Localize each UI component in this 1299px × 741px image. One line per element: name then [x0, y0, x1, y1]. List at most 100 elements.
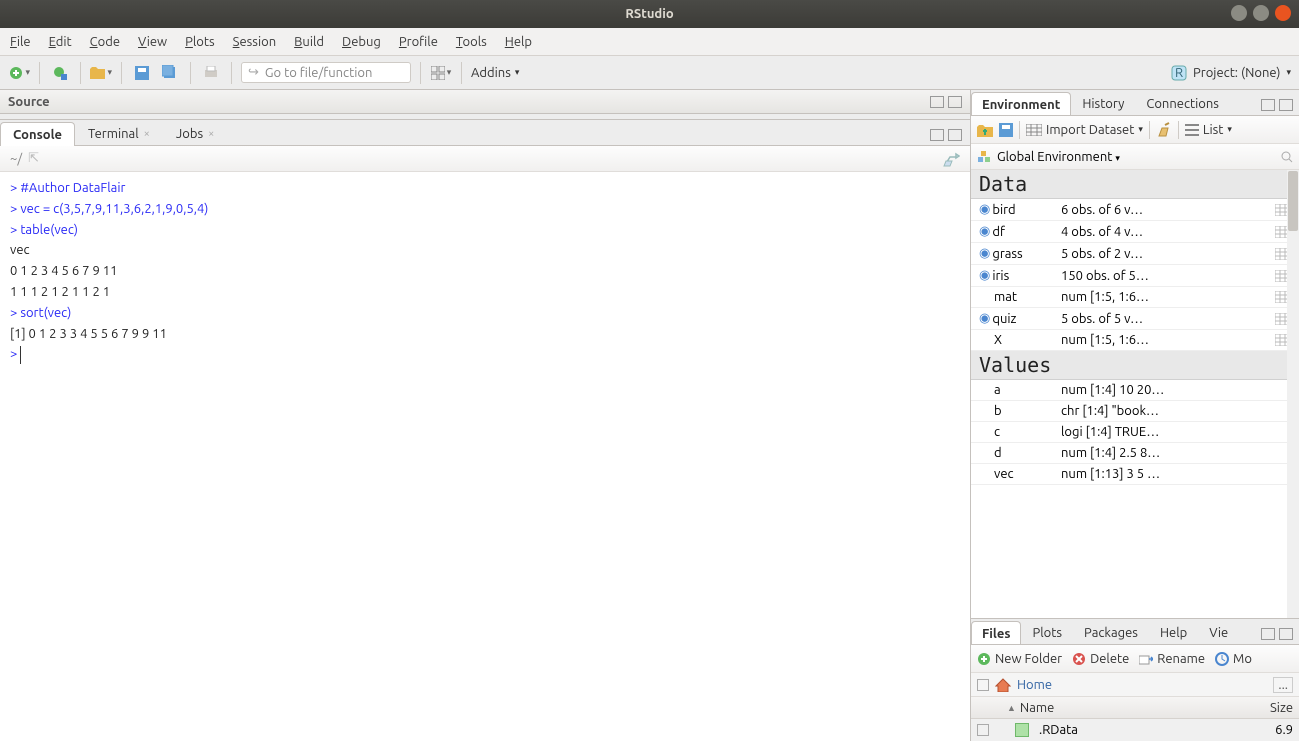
window-minimize[interactable] [1231, 5, 1247, 21]
files-maximize-icon[interactable] [1279, 628, 1293, 640]
menu-session[interactable]: Session [233, 35, 276, 49]
file-row[interactable]: .RData6.9 [971, 719, 1299, 741]
import-dataset-dropdown[interactable]: Import Dataset ▾ [1026, 123, 1143, 137]
file-checkbox[interactable] [977, 724, 989, 736]
menu-plots[interactable]: Plots [185, 35, 215, 49]
save-all-button[interactable] [159, 62, 181, 84]
clear-objects-icon[interactable] [1156, 122, 1172, 138]
env-row[interactable]: bchr [1:4] "book… [971, 401, 1299, 422]
menu-edit[interactable]: Edit [49, 35, 72, 49]
menu-bar: File Edit Code View Plots Session Build … [0, 28, 1299, 56]
menu-build[interactable]: Build [294, 35, 324, 49]
console-maximize-icon[interactable] [948, 129, 962, 141]
console-popout-icon[interactable]: ⇱ [28, 151, 39, 166]
tab-help[interactable]: Help [1149, 620, 1198, 644]
tab-console[interactable]: Console [0, 122, 75, 146]
tab-history[interactable]: History [1071, 91, 1135, 115]
env-row[interactable]: vecnum [1:13] 3 5 … [971, 464, 1299, 485]
window-close[interactable] [1275, 5, 1291, 21]
source-pane-header: Source [0, 90, 970, 114]
menu-view[interactable]: View [138, 35, 167, 49]
env-row[interactable]: ◉ df4 obs. of 4 v… [971, 221, 1299, 243]
scope-icon [977, 150, 991, 164]
save-button[interactable] [131, 62, 153, 84]
print-button[interactable] [200, 62, 222, 84]
save-workspace-icon[interactable] [999, 123, 1013, 137]
new-file-button[interactable] [8, 62, 30, 84]
source-title: Source [8, 95, 50, 109]
new-folder-button[interactable]: New Folder [977, 652, 1062, 666]
new-project-button[interactable] [49, 62, 71, 84]
env-row[interactable]: ◉ quiz5 obs. of 5 v… [971, 308, 1299, 330]
env-row[interactable]: anum [1:4] 10 20… [971, 380, 1299, 401]
files-minimize-icon[interactable] [1261, 628, 1275, 640]
menu-debug[interactable]: Debug [342, 35, 381, 49]
source-maximize-icon[interactable] [948, 96, 962, 108]
menu-file[interactable]: File [10, 35, 31, 49]
source-minimize-icon[interactable] [930, 96, 944, 108]
tab-packages[interactable]: Packages [1073, 620, 1149, 644]
env-row[interactable]: matnum [1:5, 1:6… [971, 287, 1299, 308]
window-title: RStudio [625, 7, 673, 21]
console-working-dir[interactable]: ~/ [10, 152, 22, 166]
env-row[interactable]: ◉ grass5 obs. of 2 v… [971, 243, 1299, 265]
console-output[interactable]: > #Author DataFlair> vec = c(3,5,7,9,11,… [0, 172, 970, 741]
tab-environment[interactable]: Environment [971, 92, 1071, 116]
env-minimize-icon[interactable] [1261, 99, 1275, 111]
goto-file-input[interactable]: ↪ Go to file/function [241, 62, 411, 83]
env-maximize-icon[interactable] [1279, 99, 1293, 111]
menu-help[interactable]: Help [505, 35, 532, 49]
files-tabs: Files Plots Packages Help Vie [971, 619, 1299, 645]
tab-terminal[interactable]: Terminal× [75, 121, 163, 145]
open-file-button[interactable] [90, 62, 112, 84]
environment-search[interactable] [1281, 151, 1293, 163]
env-row[interactable]: ◉ iris150 obs. of 5… [971, 265, 1299, 287]
rename-button[interactable]: Rename [1139, 652, 1205, 666]
breadcrumb-home[interactable]: Home [1017, 678, 1052, 692]
menu-code[interactable]: Code [90, 35, 120, 49]
window-maximize[interactable] [1253, 5, 1269, 21]
environment-scope-dropdown[interactable]: Global Environment ▾ [997, 150, 1120, 164]
more-button[interactable]: Mo [1215, 652, 1252, 666]
files-breadcrumb: Home ... [971, 673, 1299, 697]
svg-text:R: R [1175, 66, 1183, 80]
col-name[interactable]: ▲ Name [989, 701, 1270, 715]
env-row[interactable]: Xnum [1:5, 1:6… [971, 330, 1299, 351]
console-minimize-icon[interactable] [930, 129, 944, 141]
console-subbar: ~/ ⇱ [0, 146, 970, 172]
clear-console-icon[interactable] [942, 151, 960, 167]
tab-files[interactable]: Files [971, 621, 1021, 645]
env-row[interactable]: ◉ bird6 obs. of 6 v… [971, 199, 1299, 221]
list-view-dropdown[interactable]: List ▾ [1185, 123, 1232, 137]
console-tabs: Console Terminal× Jobs× [0, 120, 970, 146]
tab-connections[interactable]: Connections [1135, 91, 1230, 115]
grid-view-button[interactable] [430, 62, 452, 84]
project-icon: R [1171, 65, 1187, 81]
files-header: ▲ Name Size [971, 697, 1299, 719]
tab-viewer[interactable]: Vie [1198, 620, 1239, 644]
env-row[interactable]: clogi [1:4] TRUE… [971, 422, 1299, 443]
main-toolbar: ↪ Go to file/function Addins ▾ R Project… [0, 56, 1299, 90]
breadcrumb-more[interactable]: ... [1273, 677, 1293, 693]
load-workspace-icon[interactable] [977, 123, 993, 137]
menu-profile[interactable]: Profile [399, 35, 438, 49]
goto-arrow-icon: ↪ [248, 65, 259, 80]
environment-list[interactable]: Data◉ bird6 obs. of 6 v…◉ df4 obs. of 4 … [971, 170, 1299, 618]
files-list[interactable]: .RData6.9 [971, 719, 1299, 741]
env-scrollbar[interactable] [1287, 170, 1299, 618]
col-size[interactable]: Size [1270, 701, 1293, 715]
delete-button[interactable]: Delete [1072, 652, 1129, 666]
tab-jobs[interactable]: Jobs× [163, 121, 227, 145]
addins-dropdown[interactable]: Addins ▾ [471, 66, 519, 80]
window-titlebar: RStudio [0, 0, 1299, 28]
tab-plots[interactable]: Plots [1021, 620, 1073, 644]
environment-scope-bar: Global Environment ▾ [971, 144, 1299, 170]
files-toolbar: New Folder Delete Rename Mo [971, 645, 1299, 673]
menu-tools[interactable]: Tools [456, 35, 487, 49]
project-selector[interactable]: Project: (None) [1193, 66, 1280, 80]
select-all-checkbox[interactable] [977, 679, 989, 691]
home-icon[interactable] [995, 678, 1011, 692]
env-row[interactable]: dnum [1:4] 2.5 8… [971, 443, 1299, 464]
environment-tabs: Environment History Connections [971, 90, 1299, 116]
rdata-icon [1015, 723, 1029, 737]
